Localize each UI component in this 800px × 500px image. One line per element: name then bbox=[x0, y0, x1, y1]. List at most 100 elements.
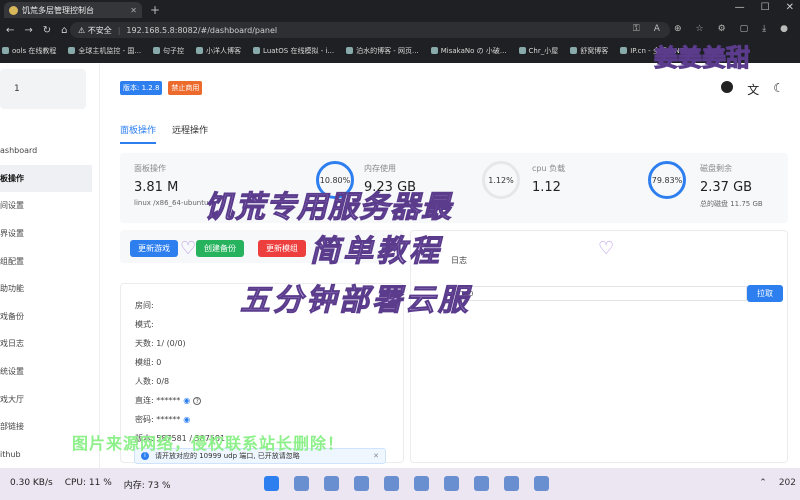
version-badge: 版本: 1.2.8 bbox=[120, 81, 163, 95]
star-icon[interactable]: ☆ bbox=[695, 24, 703, 34]
dark-mode-icon[interactable]: ☾ bbox=[773, 81, 784, 98]
reload-icon[interactable]: ↻ bbox=[43, 25, 51, 36]
sidebar-item-mods[interactable]: 组配置 bbox=[0, 247, 100, 275]
sidebar-item-system[interactable]: 统设置 bbox=[0, 358, 100, 386]
home-icon[interactable]: ⌂ bbox=[61, 25, 67, 36]
taskbar-app-icon[interactable] bbox=[384, 476, 399, 491]
stat-value: 2.37 GB bbox=[700, 180, 753, 195]
translate-icon[interactable]: 文 bbox=[747, 81, 759, 98]
forward-icon[interactable]: → bbox=[24, 25, 32, 36]
windows-start-icon[interactable] bbox=[264, 476, 279, 491]
back-icon[interactable]: ← bbox=[6, 25, 14, 36]
bookmark-item[interactable]: 全球主机监控 - 国... bbox=[68, 46, 141, 56]
cpu-usage: CPU: 11 % bbox=[64, 477, 112, 488]
address-separator: | bbox=[117, 25, 121, 35]
stat-disk: 79.83% 磁盘剩余 2.37 GB 总的磁盘 11.75 GB bbox=[648, 153, 788, 223]
clock[interactable]: 202 bbox=[779, 478, 796, 488]
new-tab-button[interactable]: + bbox=[150, 3, 160, 17]
bookmark-icon bbox=[518, 47, 526, 54]
tray-icon[interactable]: ⌃ bbox=[759, 478, 767, 488]
eye-icon[interactable]: ◉ bbox=[183, 415, 190, 424]
bookmark-item[interactable]: LuatOS 在线模拟 - i... bbox=[253, 46, 334, 56]
log-title: 日志 bbox=[451, 256, 467, 265]
extensions-icon[interactable]: ⚙ bbox=[718, 24, 726, 34]
update-mod-button[interactable]: 更新模组 bbox=[258, 240, 306, 257]
split-icon[interactable]: ▢ bbox=[740, 24, 749, 34]
bookmark-item[interactable]: 句子控 bbox=[153, 46, 184, 56]
overlay-caption-line1: 饥荒专用服务器最 bbox=[204, 190, 452, 226]
maximize-icon[interactable]: ☐ bbox=[761, 2, 770, 13]
log-lines-input[interactable]: 100 bbox=[455, 286, 747, 301]
downloads-icon[interactable]: ⤓ bbox=[762, 24, 766, 34]
sidebar-item-backup[interactable]: 戏备份 bbox=[0, 303, 100, 331]
close-window-icon[interactable]: ✕ bbox=[786, 2, 794, 13]
info-direct: 直连: ****** bbox=[135, 396, 181, 405]
info-password-row: 密码: ****** ◉ bbox=[135, 414, 190, 425]
stat-cpu: 1.12% cpu 负载 1.12 bbox=[480, 153, 630, 223]
sidebar-item-lobby[interactable]: 戏大厅 bbox=[0, 385, 100, 413]
tab-remote-ops[interactable]: 远程操作 bbox=[172, 123, 208, 144]
bookmark-icon bbox=[570, 47, 578, 54]
mem-usage: 内存: 73 % bbox=[123, 480, 171, 491]
bookmark-item[interactable]: 舒窝博客 bbox=[570, 46, 608, 56]
bookmark-item[interactable]: 小洋人博客 bbox=[196, 46, 241, 56]
sidebar-item-room[interactable]: 间设置 bbox=[0, 192, 100, 220]
taskbar-app-icon[interactable] bbox=[324, 476, 339, 491]
bookmark-icon bbox=[153, 47, 161, 54]
help-icon[interactable]: ? bbox=[193, 396, 202, 405]
sidebar-item-dashboard[interactable]: ashboard bbox=[0, 137, 100, 165]
taskbar-app-icon[interactable] bbox=[534, 476, 549, 491]
translate-icon[interactable]: A bbox=[654, 24, 660, 34]
watermark-text: 图片来源网络，侵权联系站长删除！ bbox=[72, 434, 345, 453]
profile-icon[interactable]: ● bbox=[780, 24, 788, 34]
taskbar-app-icon[interactable] bbox=[354, 476, 369, 491]
tab-panel-ops[interactable]: 面板操作 bbox=[120, 123, 157, 144]
taskbar-app-icon[interactable] bbox=[294, 476, 309, 491]
sidebar-item-panel[interactable]: 板操作 bbox=[0, 164, 92, 193]
user-name: 1 bbox=[14, 84, 20, 94]
bookmark-item[interactable]: MisakaNo の 小破... bbox=[430, 46, 507, 56]
eye-icon[interactable]: ◉ bbox=[183, 396, 190, 405]
key-icon[interactable]: ⚿ bbox=[633, 24, 640, 34]
address-bar[interactable]: ⚠ 不安全 | 192.168.5.8:8082/#/dashboard/pan… bbox=[70, 22, 670, 38]
tab-close-icon[interactable]: ✕ bbox=[130, 6, 137, 15]
bookmark-icon bbox=[68, 47, 76, 54]
zoom-icon[interactable]: ⊕ bbox=[674, 24, 682, 34]
cpu-ring: 1.12% bbox=[482, 161, 520, 199]
github-icon[interactable] bbox=[721, 81, 734, 93]
security-indicator[interactable]: ⚠ 不安全 bbox=[78, 25, 112, 36]
bookmark-icon bbox=[346, 47, 354, 54]
minimize-icon[interactable]: — bbox=[735, 2, 745, 13]
disk-ring: 79.83% bbox=[648, 161, 686, 199]
browser-tab[interactable]: 饥荒多层管理控制台 ✕ bbox=[4, 2, 142, 18]
create-backup-button[interactable]: 创建备份 bbox=[196, 240, 244, 257]
bookmark-item[interactable]: 泊水的博客 - 网页... bbox=[346, 46, 419, 56]
taskbar-app-icon[interactable] bbox=[504, 476, 519, 491]
stat-value: 3.81 M bbox=[134, 180, 179, 195]
sidebar-item-logs[interactable]: 戏日志 bbox=[0, 330, 100, 358]
pull-log-button[interactable]: 拉取 bbox=[747, 285, 783, 302]
taskbar-app-icon[interactable] bbox=[414, 476, 429, 491]
bookmark-label: MisakaNo の 小破... bbox=[440, 46, 507, 55]
info-players: 人数: 0/8 bbox=[135, 377, 170, 386]
bookmark-icon bbox=[2, 47, 9, 54]
sidebar-nav: ashboard 板操作 间设置 界设置 组配置 助功能 戏备份 戏日志 统设置… bbox=[0, 137, 100, 468]
sidebar-item-tools[interactable]: 助功能 bbox=[0, 275, 100, 303]
user-card[interactable]: 1 bbox=[0, 69, 86, 109]
taskbar-app-icon[interactable] bbox=[474, 476, 489, 491]
update-game-button[interactable]: 更新游戏 bbox=[130, 240, 178, 257]
info-days: 天数: 1/ (0/0) bbox=[135, 339, 186, 348]
overlay-caption-line2: 简单教程 bbox=[310, 234, 442, 270]
address-bar-actions: ⚿ A ⊕ ☆ ⚙ ▢ ⤓ ● bbox=[633, 24, 788, 34]
bookmark-icon bbox=[253, 47, 261, 54]
system-monitor: 0.30 KB/s CPU: 11 % 内存: 73 % bbox=[0, 478, 171, 491]
bookmark-icon bbox=[620, 47, 628, 54]
sidebar-item-world[interactable]: 界设置 bbox=[0, 220, 100, 248]
heart-icon: ♡ bbox=[598, 238, 615, 259]
bookmark-item[interactable]: ools 在线教程 bbox=[2, 46, 56, 56]
bookmark-item[interactable]: Chr_小屋 bbox=[518, 46, 558, 56]
taskbar-app-icon[interactable] bbox=[444, 476, 459, 491]
tab-title: 饥荒多层管理控制台 bbox=[22, 5, 94, 15]
info-mode: 模式: bbox=[135, 320, 154, 329]
close-icon[interactable]: ✕ bbox=[373, 452, 379, 460]
